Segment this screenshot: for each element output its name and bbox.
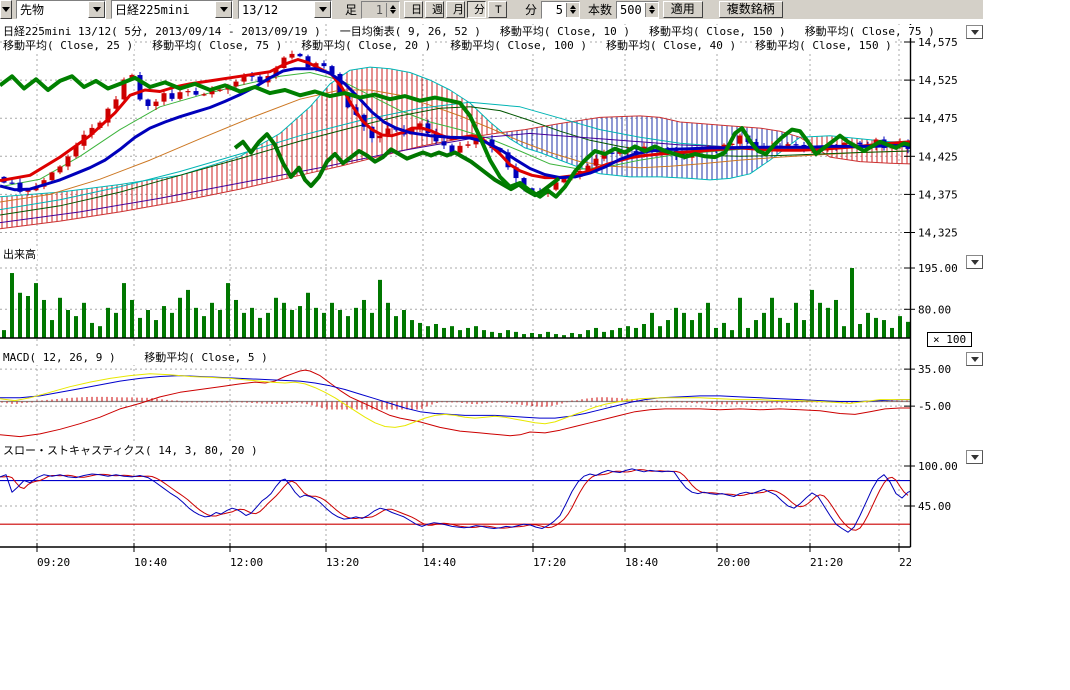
bar-count-label: 本数 [588, 1, 612, 18]
instrument-type-select[interactable]: 先物 [16, 0, 106, 19]
bar-interval-stepper[interactable]: 1 [361, 1, 400, 19]
period-tick-button[interactable]: T [488, 1, 507, 18]
volume-panel-dropdown-button[interactable] [966, 255, 983, 269]
macd-panel-dropdown-button[interactable] [966, 352, 983, 366]
bar-interval-value: 1 [362, 3, 386, 17]
trading-app-window: 14,57514,52514,47514,42514,37514,325195.… [0, 0, 1070, 690]
period-week-button[interactable]: 週 [425, 1, 444, 18]
svg-text:14,425: 14,425 [918, 150, 958, 163]
svg-text:195.00: 195.00 [918, 262, 958, 275]
contract-month-value: 13/12 [239, 3, 314, 17]
svg-text:14,325: 14,325 [918, 227, 958, 240]
macd-panel-title: MACD( 12, 26, 9 ) 移動平均( Close, 5 ) [2, 349, 269, 365]
svg-text:21:20: 21:20 [810, 556, 843, 569]
stepper-arrows-icon[interactable] [645, 3, 658, 17]
legend-item: 移動平均( Close, 150 ) [754, 39, 893, 52]
svg-text:13:20: 13:20 [326, 556, 359, 569]
chevron-down-icon [971, 455, 979, 460]
legend-item: 移動平均( Close, 25 ) [2, 39, 134, 52]
bar-type-label: 足 [345, 1, 357, 18]
multi-symbol-button[interactable]: 複数銘柄 [719, 1, 783, 18]
volume-multiplier-badge: × 100 [927, 332, 972, 347]
svg-text:10:40: 10:40 [134, 556, 167, 569]
macd-title-text: MACD( 12, 26, 9 ) [3, 351, 116, 364]
svg-text:45.00: 45.00 [918, 500, 951, 513]
chart-canvas[interactable]: 14,57514,52514,47514,42514,37514,325195.… [0, 0, 1070, 690]
candles-layer [2, 51, 911, 197]
legend-item: 移動平均( Close, 100 ) [449, 39, 588, 52]
legend-item: 移動平均( Close, 75 ) [151, 39, 283, 52]
macd-layer [0, 370, 911, 437]
svg-text:80.00: 80.00 [918, 303, 951, 316]
bar-count-stepper[interactable]: 500 [616, 1, 659, 19]
minute-stepper[interactable]: 5 [541, 1, 580, 19]
bar-count-value: 500 [617, 3, 645, 17]
chevron-down-icon [88, 1, 105, 18]
svg-text:17:20: 17:20 [533, 556, 566, 569]
instrument-type-value: 先物 [17, 1, 88, 18]
symbol-value: 日経225mini [112, 1, 215, 18]
chevron-down-icon [971, 357, 979, 362]
svg-text:100.00: 100.00 [918, 460, 958, 473]
stepper-arrows-icon[interactable] [566, 3, 579, 17]
period-minute-button[interactable]: 分 [467, 1, 486, 18]
stochastics-layer [0, 469, 911, 532]
chevron-down-icon [971, 30, 979, 35]
apply-button[interactable]: 適用 [663, 1, 703, 18]
svg-text:-5.00: -5.00 [918, 400, 951, 413]
period-month-button[interactable]: 月 [446, 1, 465, 18]
chevron-down-icon [971, 260, 979, 265]
stepper-arrows-icon[interactable] [386, 3, 399, 17]
chevron-down-icon [2, 7, 10, 12]
toolbar: 先物 日経225mini 13/12 足 1 日 週 月 分 T 分 5 本数 … [0, 0, 983, 19]
legend-item: 移動平均( Close, 40 ) [605, 39, 737, 52]
svg-text:14,375: 14,375 [918, 188, 958, 201]
partial-combo-button[interactable] [0, 0, 12, 19]
svg-text:22:40: 22:40 [899, 556, 932, 569]
period-day-button[interactable]: 日 [404, 1, 423, 18]
volume-panel-title: 出来高 [2, 246, 37, 262]
chevron-down-icon [314, 1, 331, 18]
svg-text:20:00: 20:00 [717, 556, 750, 569]
contract-month-select[interactable]: 13/12 [238, 0, 332, 19]
macd-ma-title-text: 移動平均( Close, 5 ) [144, 351, 267, 364]
minute-value: 5 [542, 3, 566, 17]
svg-text:12:00: 12:00 [230, 556, 263, 569]
volume-layer [0, 268, 911, 338]
svg-text:14,475: 14,475 [918, 112, 958, 125]
indicator-legend-row2: 移動平均( Close, 25 ) 移動平均( Close, 75 ) 移動平均( … [2, 37, 910, 53]
svg-text:18:40: 18:40 [625, 556, 658, 569]
legend-item: 移動平均( Close, 20 ) [300, 39, 432, 52]
price-panel-dropdown-button[interactable] [966, 25, 983, 39]
svg-text:09:20: 09:20 [37, 556, 70, 569]
stochastics-panel-title: スロー・ストキャスティクス( 14, 3, 80, 20 ) [2, 442, 259, 458]
symbol-select[interactable]: 日経225mini [111, 0, 233, 19]
svg-text:14:40: 14:40 [423, 556, 456, 569]
svg-text:35.00: 35.00 [918, 363, 951, 376]
minute-label: 分 [525, 1, 537, 18]
stoch-panel-dropdown-button[interactable] [966, 450, 983, 464]
chevron-down-icon [215, 1, 232, 18]
svg-text:14,525: 14,525 [918, 74, 958, 87]
x-axis-labels: 09:20 10:40 12:00 13:20 14:40 17:20 18:40 20:00… [37, 556, 932, 569]
